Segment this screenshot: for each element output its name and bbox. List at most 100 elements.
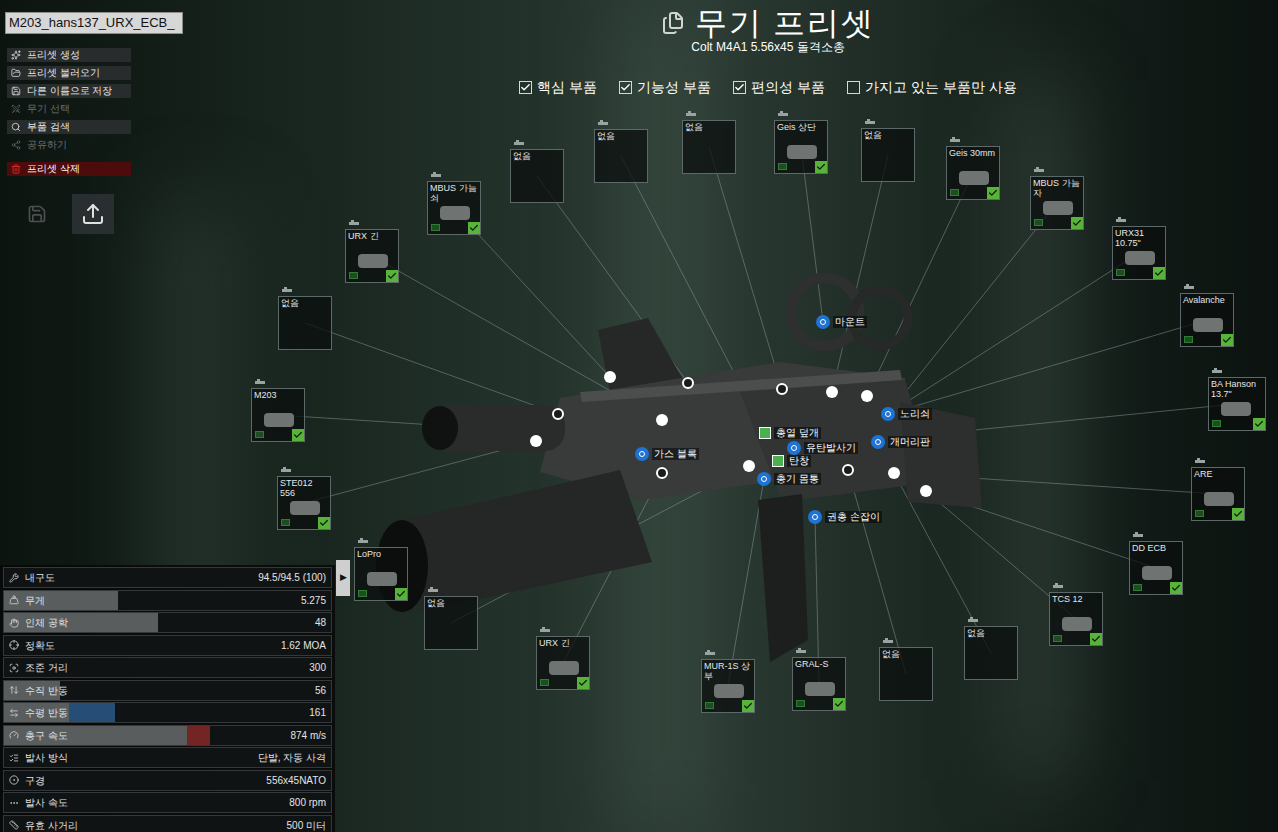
filter-checkbox[interactable]: 핵심 부품 <box>519 78 597 96</box>
attach-point[interactable]: 개머리판 <box>871 435 932 449</box>
save-icon <box>27 204 47 224</box>
menu-button[interactable]: 다른 이름으로 저장 <box>7 84 131 98</box>
part-slot[interactable]: URX31 10.75" <box>1112 226 1166 280</box>
slot-label: DD ECB <box>1130 542 1182 553</box>
slot-type-icon <box>255 379 265 386</box>
filter-checkbox[interactable]: 가지고 있는 부품만 사용 <box>847 78 1017 96</box>
slot-type-icon <box>358 538 368 545</box>
point-dot-icon <box>871 435 885 449</box>
point-dot-icon <box>757 472 771 486</box>
stat-row: 수직 반동56 <box>3 680 332 701</box>
stat-label: 수평 반동 <box>25 705 68 720</box>
slot-type-icon <box>778 111 788 118</box>
mount-marker[interactable] <box>682 377 694 389</box>
part-slot[interactable]: ARE <box>1191 467 1245 521</box>
mount-marker[interactable] <box>861 390 873 402</box>
quick-export-button[interactable] <box>72 194 114 234</box>
attach-point[interactable]: 유탄발사기 <box>787 441 858 455</box>
menu-button[interactable]: 프리셋 생성 <box>7 48 131 62</box>
attach-point[interactable]: 노리쇠 <box>881 407 932 421</box>
slot-type-icon <box>1116 217 1126 224</box>
mount-marker[interactable] <box>604 371 616 383</box>
part-slot[interactable]: TCS 12 <box>1049 592 1103 646</box>
menu-button[interactable]: 프리셋 불러오기 <box>7 66 131 80</box>
attach-point[interactable]: 총열 덮개 <box>759 427 821 439</box>
stat-value: 단발, 자동 사격 <box>258 750 326 765</box>
preset-menu: 프리셋 생성프리셋 불러오기다른 이름으로 저장무기 선택부품 검색공유하기프리… <box>7 48 131 176</box>
owned-check <box>1071 217 1083 229</box>
part-slot[interactable]: 없음 <box>861 128 915 182</box>
mount-marker[interactable] <box>552 408 564 420</box>
part-slot[interactable]: 없음 <box>424 596 478 650</box>
part-picture <box>787 145 817 159</box>
part-slot[interactable]: 없음 <box>278 296 332 350</box>
part-slot[interactable]: STE012 556 <box>277 476 331 530</box>
mount-marker[interactable] <box>826 386 838 398</box>
weapon-preset-screen: 마운트노리쇠개머리판총열 덮개유탄발사기탄창가스 블록총기 몸통권총 손잡이없음… <box>0 0 1278 832</box>
mount-marker[interactable] <box>530 435 542 447</box>
check-icon <box>1091 634 1101 644</box>
menu-button[interactable]: 부품 검색 <box>7 120 131 134</box>
part-slot[interactable]: MUR-1S 상부 <box>701 659 755 713</box>
part-tag <box>1195 510 1204 517</box>
mount-marker[interactable] <box>920 485 932 497</box>
menu-button[interactable]: 프리셋 삭제 <box>7 162 131 176</box>
menu-button[interactable]: 공유하기 <box>7 138 131 152</box>
attach-point[interactable]: 탄창 <box>772 455 811 467</box>
mount-marker[interactable] <box>888 467 900 479</box>
preset-name-field[interactable]: M203_hans137_URX_ECB_ <box>5 12 183 34</box>
mount-marker[interactable] <box>776 383 788 395</box>
part-picture <box>358 254 388 268</box>
point-dot-icon <box>787 441 801 455</box>
mount-marker[interactable] <box>656 467 668 479</box>
attach-point[interactable]: 권총 손잡이 <box>808 510 882 524</box>
part-slot[interactable]: LoPro <box>354 547 408 601</box>
stats-toggle[interactable]: ▶ <box>336 560 350 596</box>
export-icon <box>81 202 105 226</box>
part-slot[interactable]: 없음 <box>879 647 933 701</box>
stat-row: 내구도94.5/94.5 (100) <box>3 567 332 588</box>
part-slot[interactable]: URX 긴 <box>536 636 590 690</box>
filter-checkbox[interactable]: 기능성 부품 <box>619 78 711 96</box>
part-slot[interactable]: 없음 <box>594 129 648 183</box>
stat-icon <box>9 573 19 583</box>
slot-label: MBUS 가늠쇠 <box>428 182 480 203</box>
part-slot[interactable]: Avalanche <box>1180 293 1234 347</box>
stat-value: 94.5/94.5 (100) <box>258 570 326 585</box>
slot-type-icon <box>705 650 715 657</box>
part-picture <box>290 501 320 515</box>
point-label: 유탄발사기 <box>804 442 858 454</box>
part-slot[interactable]: 없음 <box>964 626 1018 680</box>
part-slot[interactable]: URX 긴 <box>345 229 399 283</box>
part-slot[interactable]: Geis 30mm <box>946 146 1000 200</box>
quick-save-button[interactable] <box>22 199 52 229</box>
part-slot[interactable]: Geis 상단 <box>774 120 828 174</box>
attach-point[interactable]: 총기 몸통 <box>757 472 821 486</box>
filter-checkbox[interactable]: 편의성 부품 <box>733 78 825 96</box>
mount-marker[interactable] <box>842 464 854 476</box>
slot-label: 없음 <box>279 297 331 308</box>
slot-label: URX31 10.75" <box>1113 227 1165 248</box>
subtitle: Colt M4A1 5.56x45 돌격소총 <box>691 40 844 54</box>
part-slot[interactable]: GRAL-S <box>792 657 846 711</box>
stat-label: 수직 반동 <box>25 683 68 698</box>
menu-icon <box>11 86 21 96</box>
part-slot[interactable]: DD ECB <box>1129 541 1183 595</box>
owned-check <box>318 517 330 529</box>
part-slot[interactable]: MBUS 가늠쇠 <box>427 181 481 235</box>
part-slot[interactable]: BA Hanson 13.7" <box>1208 377 1266 431</box>
slot-type-icon <box>540 627 550 634</box>
part-tag <box>1184 336 1193 343</box>
part-slot[interactable]: M203 <box>251 388 305 442</box>
menu-button[interactable]: 무기 선택 <box>7 102 131 116</box>
mount-marker[interactable] <box>656 414 668 426</box>
stat-label: 유효 사거리 <box>25 818 78 832</box>
part-slot[interactable]: 없음 <box>682 120 736 174</box>
attach-point[interactable]: 마운트 <box>816 315 867 329</box>
part-tag <box>1116 269 1125 276</box>
slot-type-icon <box>1053 583 1063 590</box>
part-slot[interactable]: MBUS 가늠자 <box>1030 176 1084 230</box>
attach-point[interactable]: 가스 블록 <box>635 447 699 461</box>
part-slot[interactable]: 없음 <box>510 149 564 203</box>
mount-marker[interactable] <box>743 460 755 472</box>
